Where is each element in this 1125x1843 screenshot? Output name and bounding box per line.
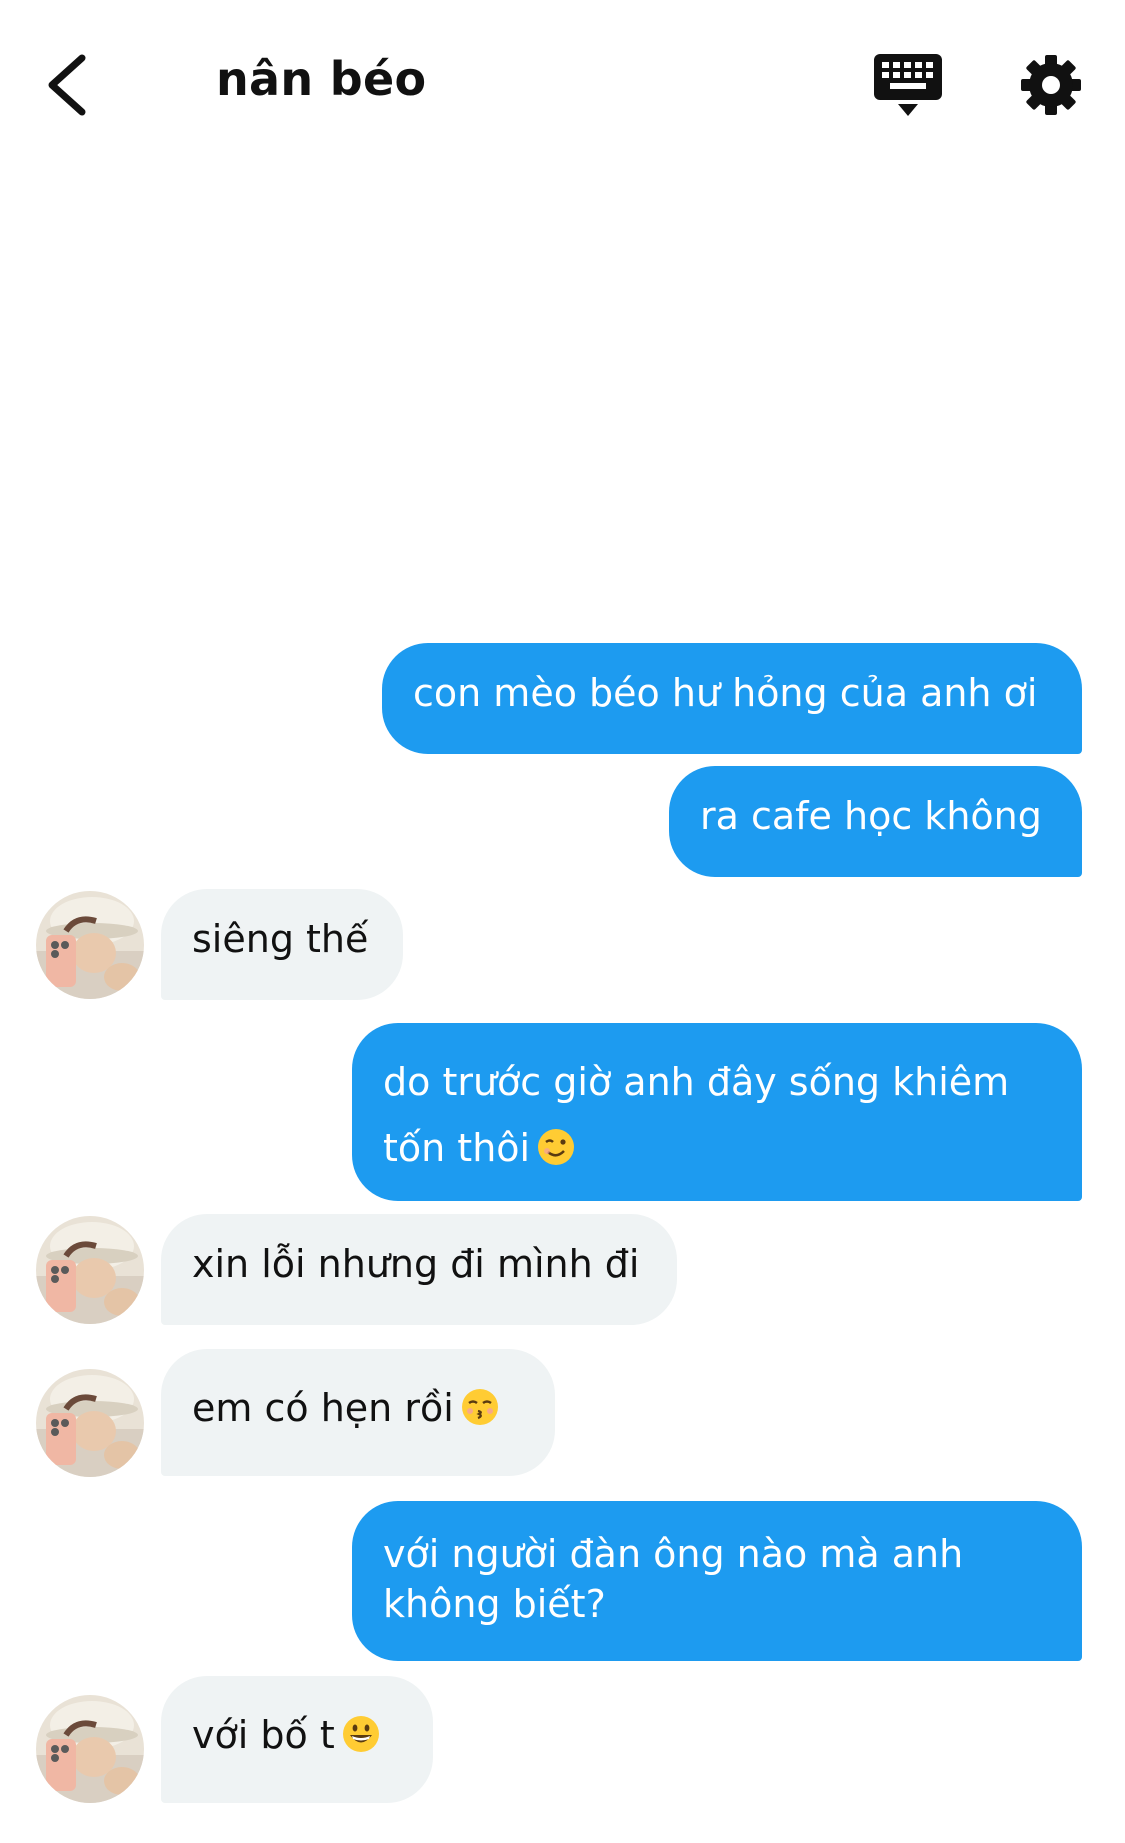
message-bubble-sent[interactable]: con mèo béo hư hỏng của anh ơi [382, 643, 1082, 754]
conversation-title: nân béo [216, 52, 427, 106]
message-text-line: với bố t [192, 1712, 433, 1760]
message-text: xin lỗi nhưng đi mình đi [192, 1242, 640, 1286]
avatar[interactable] [36, 1216, 144, 1324]
message-bubble-received[interactable]: xin lỗi nhưng đi mình đi [161, 1214, 677, 1325]
winking-face-emoji [536, 1127, 576, 1167]
message-bubble-sent[interactable]: với người đàn ông nào mà anh không biết? [352, 1501, 1082, 1661]
message-text: siêng thế [192, 917, 369, 961]
avatar[interactable] [36, 1369, 144, 1477]
gear-icon [1021, 55, 1081, 115]
back-button[interactable] [30, 40, 100, 130]
message-text-line-2: tốn thôi [383, 1115, 1082, 1181]
settings-button[interactable] [1018, 52, 1084, 118]
chevron-left-icon [48, 54, 86, 116]
avatar[interactable] [36, 1695, 144, 1803]
grinning-face-emoji [341, 1714, 381, 1754]
message-bubble-received[interactable]: siêng thế [161, 889, 403, 1000]
message-bubble-received[interactable]: em có hẹn rồi [161, 1349, 555, 1476]
avatar[interactable] [36, 891, 144, 999]
chat-header: nân béo [0, 0, 1125, 170]
message-text-line: em có hẹn rồi [192, 1385, 555, 1433]
message-text: ra cafe học không [700, 794, 1042, 838]
keyboard-button[interactable] [870, 50, 946, 120]
message-text: con mèo béo hư hỏng của anh ơi [413, 671, 1038, 715]
message-text: do trước giờ anh đây sống khiêm [383, 1060, 1010, 1104]
message-text-line-2: không biết? [383, 1582, 606, 1626]
kissing-face-emoji [460, 1387, 500, 1427]
message-bubble-received[interactable]: với bố t [161, 1676, 433, 1803]
message-bubble-sent[interactable]: ra cafe học không [669, 766, 1082, 877]
keyboard-icon [874, 54, 942, 116]
message-bubble-sent[interactable]: do trước giờ anh đây sống khiêm tốn thôi [352, 1023, 1082, 1201]
message-text: với người đàn ông nào mà anh [383, 1532, 964, 1576]
